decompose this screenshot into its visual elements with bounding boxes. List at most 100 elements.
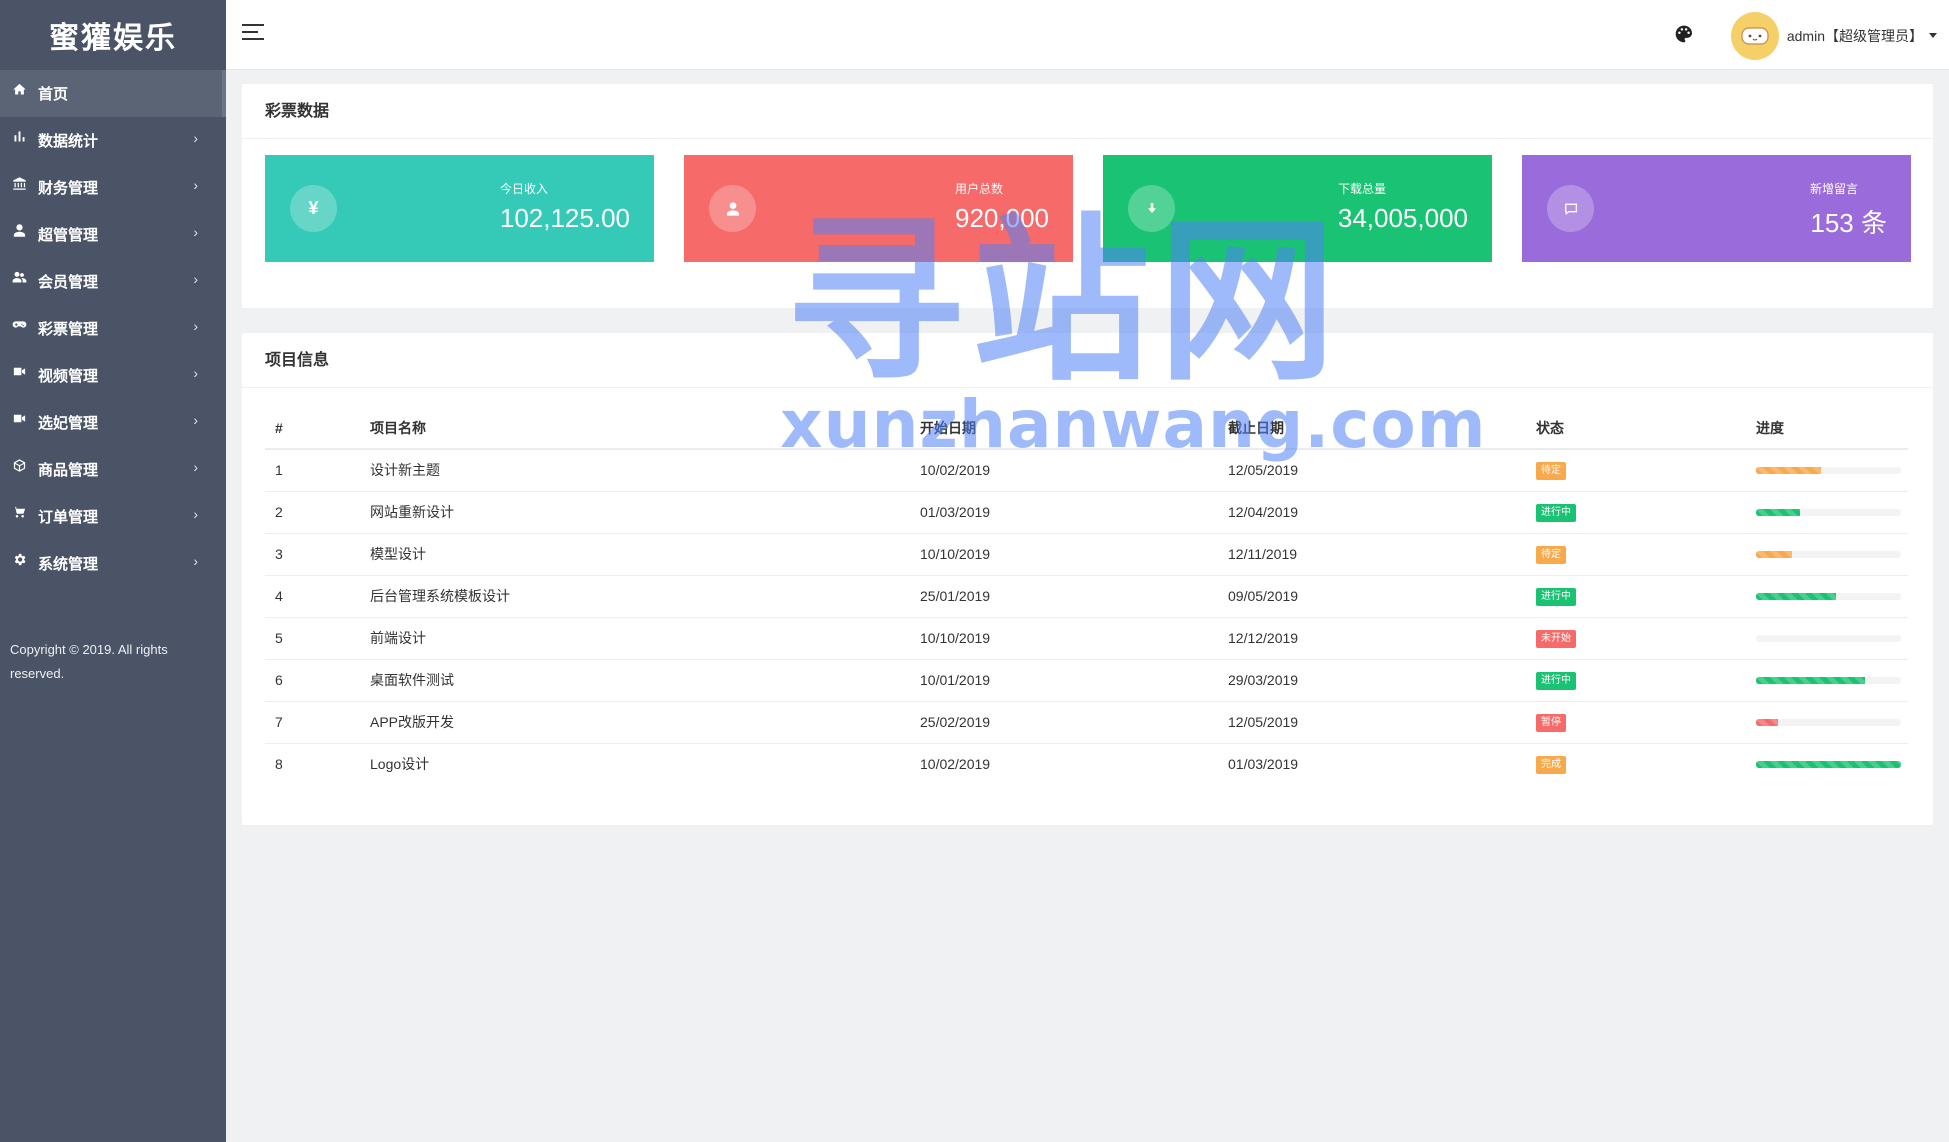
end-date: 01/03/2019 xyxy=(1228,756,1299,773)
table-row[interactable]: 1 设计新主题 10/02/2019 12/05/2019 待定 xyxy=(265,449,1908,492)
status-badge: 完成 xyxy=(1536,756,1566,775)
progress-bar xyxy=(1756,508,1901,516)
sidebar-item-8[interactable]: 选妃管理 › xyxy=(0,399,226,446)
sidebar-item-label: 超管管理 xyxy=(38,227,99,244)
sidebar-menu: 首页 数据统计 › 财务管理 › 超管管理 › 会员管理 › 彩票管理 › 视频管理 › 选妃管理 › 商品管… xyxy=(0,70,226,587)
table-row[interactable]: 6 桌面软件测试 10/01/2019 29/03/2019 进行中 xyxy=(265,659,1908,702)
stat-label: 用户总数 xyxy=(955,182,1004,196)
table-row[interactable]: 8 Logo设计 10/02/2019 01/03/2019 完成 xyxy=(265,743,1908,785)
project-name: 前端设计 xyxy=(360,617,910,660)
sidebar-item-label: 会员管理 xyxy=(38,274,99,291)
bar-chart-icon xyxy=(10,128,28,146)
table-row[interactable]: 5 前端设计 10/10/2019 12/12/2019 未开始 xyxy=(265,617,1908,660)
column-header[interactable]: 截止日期 xyxy=(1218,408,1526,450)
row-number: 7 xyxy=(265,701,360,744)
table-row[interactable]: 4 后台管理系统模板设计 25/01/2019 09/05/2019 进行中 xyxy=(265,575,1908,618)
start-date: 10/02/2019 xyxy=(920,756,991,773)
camera-icon xyxy=(10,410,28,428)
column-header[interactable]: 状态 xyxy=(1526,408,1746,450)
topbar: admin【超级管理员】 xyxy=(226,0,1949,70)
gear-icon xyxy=(10,551,28,569)
progress-fill xyxy=(1756,550,1793,558)
sidebar-item-6[interactable]: 彩票管理 › xyxy=(0,305,226,352)
start-date: 25/01/2019 xyxy=(910,575,1218,618)
user-icon xyxy=(709,185,756,232)
status-cell: 进行中 xyxy=(1526,491,1746,534)
stat-label: 新增留言 xyxy=(1810,182,1859,196)
stat-card: 下载总量 34,005,000 xyxy=(1103,155,1492,262)
sidebar-item-11[interactable]: 系统管理 › xyxy=(0,540,226,587)
avatar[interactable] xyxy=(1731,12,1779,60)
sidebar-item-2[interactable]: 数据统计 › xyxy=(0,117,226,164)
sidebar-item-label: 商品管理 xyxy=(38,462,99,479)
end-date: 29/03/2019 xyxy=(1218,659,1526,702)
chevron-right-icon: › xyxy=(193,129,198,146)
progress-bar xyxy=(1756,466,1901,474)
stat-value: 153 条 xyxy=(1810,208,1887,238)
sidebar-item-label: 选妃管理 xyxy=(38,415,99,432)
user-icon xyxy=(10,222,28,240)
menu-toggle-icon[interactable] xyxy=(242,24,264,42)
progress-bar xyxy=(1756,718,1901,726)
chevron-right-icon: › xyxy=(193,223,198,240)
table-row[interactable]: 7 APP改版开发 25/02/2019 12/05/2019 暂停 xyxy=(265,701,1908,744)
chevron-right-icon: › xyxy=(193,411,198,428)
projects-table: # 项目名称 开始日期 截止日期 状态 进度 1 设计新主题 10/02/2019 12/05/… xyxy=(265,408,1908,785)
table-row[interactable]: 3 模型设计 10/10/2019 12/11/2019 待定 xyxy=(265,533,1908,576)
project-name: 桌面软件测试 xyxy=(360,659,910,702)
progress-fill xyxy=(1756,592,1836,600)
status-cell: 未开始 xyxy=(1526,617,1746,660)
start-date: 10/10/2019 xyxy=(910,617,1218,660)
stat-value: 34,005,000 xyxy=(1337,203,1468,233)
end-date: 12/04/2019 xyxy=(1218,491,1526,534)
progress-fill xyxy=(1756,508,1800,516)
sidebar-item-3[interactable]: 财务管理 › xyxy=(0,164,226,211)
chevron-right-icon: › xyxy=(193,270,198,287)
progress-bar xyxy=(1756,760,1901,768)
progress-cell xyxy=(1746,701,1908,744)
status-badge: 待定 xyxy=(1536,462,1566,481)
yen-icon: ¥ xyxy=(290,185,337,232)
end-date: 12/05/2019 xyxy=(1218,701,1526,744)
sidebar-item-7[interactable]: 视频管理 › xyxy=(0,352,226,399)
chevron-right-icon: › xyxy=(193,552,198,569)
status-cell: 待定 xyxy=(1526,533,1746,576)
end-date: 09/05/2019 xyxy=(1218,575,1526,618)
column-header[interactable]: 开始日期 xyxy=(910,408,1218,450)
status-badge: 待定 xyxy=(1536,546,1566,564)
palette-icon[interactable] xyxy=(1674,24,1694,44)
stat-label: 下载总量 xyxy=(1338,182,1387,196)
sidebar-item-1[interactable]: 首页 xyxy=(0,70,226,117)
project-name: 模型设计 xyxy=(360,533,910,576)
table-row[interactable]: 2 网站重新设计 01/03/2019 12/04/2019 进行中 xyxy=(265,491,1908,534)
row-number: 5 xyxy=(265,617,360,660)
table-body: 1 设计新主题 10/02/2019 12/05/2019 待定 2 网站重新设计 01/03… xyxy=(265,449,1908,785)
sidebar-item-10[interactable]: 订单管理 › xyxy=(0,493,226,540)
status-cell: 进行中 xyxy=(1526,659,1746,702)
project-name: 后台管理系统模板设计 xyxy=(360,575,910,618)
column-header[interactable]: 进度 xyxy=(1746,408,1908,450)
progress-fill xyxy=(1756,676,1865,684)
row-number: 8 xyxy=(275,756,283,773)
brand-logo[interactable]: 蜜獾娱乐 xyxy=(0,0,226,70)
chevron-right-icon: › xyxy=(193,505,198,522)
projects-panel: 项目信息 # 项目名称 开始日期 截止日期 状态 进度 1 设计新主题 10/02/2019 1… xyxy=(242,333,1933,825)
progress-cell xyxy=(1746,491,1908,534)
sidebar-item-9[interactable]: 商品管理 › xyxy=(0,446,226,493)
status-cell: 待定 xyxy=(1526,449,1746,492)
status-cell: 暂停 xyxy=(1526,701,1746,744)
gamepad-icon xyxy=(10,316,28,334)
user-menu[interactable]: admin【超级管理员】 xyxy=(1787,26,1923,46)
start-date: 01/03/2019 xyxy=(910,491,1218,534)
sidebar-item-label: 订单管理 xyxy=(38,509,99,526)
row-number: 3 xyxy=(265,533,360,576)
sidebar-item-4[interactable]: 超管管理 › xyxy=(0,211,226,258)
column-header[interactable]: 项目名称 xyxy=(360,408,910,450)
sidebar-item-5[interactable]: 会员管理 › xyxy=(0,258,226,305)
chevron-right-icon: › xyxy=(193,458,198,475)
progress-fill xyxy=(1756,718,1778,726)
row-number: 1 xyxy=(265,449,360,492)
chevron-down-icon[interactable] xyxy=(1929,33,1937,38)
chevron-right-icon: › xyxy=(193,317,198,334)
column-header[interactable]: # xyxy=(265,408,360,450)
